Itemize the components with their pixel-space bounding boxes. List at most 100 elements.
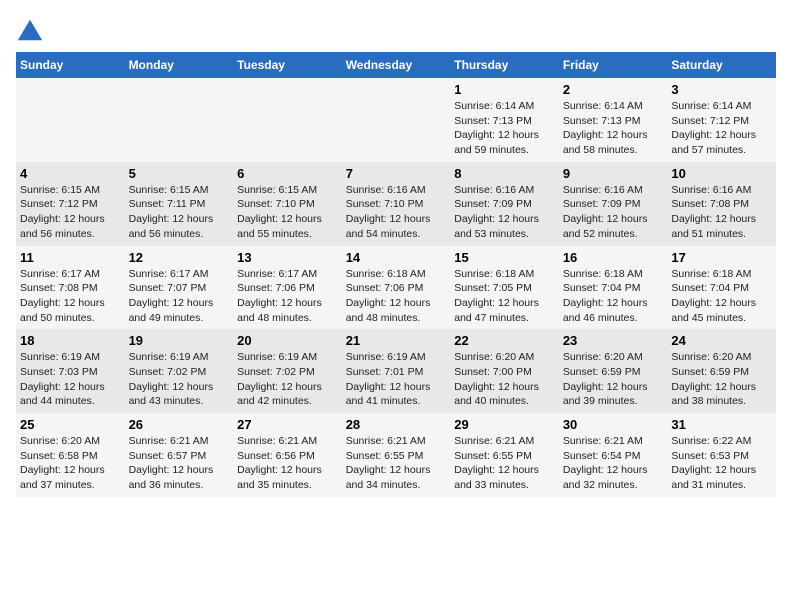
day-number: 8	[454, 166, 555, 181]
day-number: 6	[237, 166, 338, 181]
cell-3-4: 22 Sunrise: 6:20 AM Sunset: 7:00 PM Dayli…	[450, 329, 559, 413]
cell-3-0: 18 Sunrise: 6:19 AM Sunset: 7:03 PM Dayli…	[16, 329, 125, 413]
logo-icon	[16, 16, 44, 44]
header-thursday: Thursday	[450, 52, 559, 78]
day-number: 29	[454, 417, 555, 432]
day-info: Sunrise: 6:18 AM Sunset: 7:04 PM Dayligh…	[671, 267, 772, 326]
day-info: Sunrise: 6:16 AM Sunset: 7:09 PM Dayligh…	[454, 183, 555, 242]
cell-4-1: 26 Sunrise: 6:21 AM Sunset: 6:57 PM Dayli…	[125, 413, 234, 497]
week-row-1: 1 Sunrise: 6:14 AM Sunset: 7:13 PM Daylig…	[16, 78, 776, 162]
day-info: Sunrise: 6:19 AM Sunset: 7:03 PM Dayligh…	[20, 350, 121, 409]
cell-0-6: 3 Sunrise: 6:14 AM Sunset: 7:12 PM Daylig…	[667, 78, 776, 162]
cell-1-5: 9 Sunrise: 6:16 AM Sunset: 7:09 PM Daylig…	[559, 162, 668, 246]
day-number: 26	[129, 417, 230, 432]
day-info: Sunrise: 6:20 AM Sunset: 7:00 PM Dayligh…	[454, 350, 555, 409]
cell-4-5: 30 Sunrise: 6:21 AM Sunset: 6:54 PM Dayli…	[559, 413, 668, 497]
day-number: 17	[671, 250, 772, 265]
cell-0-1	[125, 78, 234, 162]
day-info: Sunrise: 6:22 AM Sunset: 6:53 PM Dayligh…	[671, 434, 772, 493]
day-number: 21	[346, 333, 447, 348]
cell-2-4: 15 Sunrise: 6:18 AM Sunset: 7:05 PM Dayli…	[450, 246, 559, 330]
day-info: Sunrise: 6:17 AM Sunset: 7:08 PM Dayligh…	[20, 267, 121, 326]
day-info: Sunrise: 6:21 AM Sunset: 6:56 PM Dayligh…	[237, 434, 338, 493]
cell-2-3: 14 Sunrise: 6:18 AM Sunset: 7:06 PM Dayli…	[342, 246, 451, 330]
day-number: 4	[20, 166, 121, 181]
day-number: 25	[20, 417, 121, 432]
day-number: 1	[454, 82, 555, 97]
cell-3-3: 21Sunrise: 6:19 AM Sunset: 7:01 PM Dayli…	[342, 329, 451, 413]
day-number: 12	[129, 250, 230, 265]
header-friday: Friday	[559, 52, 668, 78]
day-info: Sunrise: 6:16 AM Sunset: 7:10 PM Dayligh…	[346, 183, 447, 242]
day-number: 18	[20, 333, 121, 348]
day-info: Sunrise: 6:14 AM Sunset: 7:13 PM Dayligh…	[454, 99, 555, 158]
cell-4-2: 27 Sunrise: 6:21 AM Sunset: 6:56 PM Dayli…	[233, 413, 342, 497]
day-number: 14	[346, 250, 447, 265]
day-info: Sunrise: 6:14 AM Sunset: 7:13 PM Dayligh…	[563, 99, 664, 158]
day-info: Sunrise: 6:20 AM Sunset: 6:59 PM Dayligh…	[671, 350, 772, 409]
day-number: 5	[129, 166, 230, 181]
day-info: Sunrise: 6:20 AM Sunset: 6:59 PM Dayligh…	[563, 350, 664, 409]
page-header	[16, 16, 776, 44]
header-sunday: Sunday	[16, 52, 125, 78]
cell-2-1: 12 Sunrise: 6:17 AM Sunset: 7:07 PM Dayli…	[125, 246, 234, 330]
cell-3-5: 23 Sunrise: 6:20 AM Sunset: 6:59 PM Dayli…	[559, 329, 668, 413]
cell-1-1: 5 Sunrise: 6:15 AM Sunset: 7:11 PM Daylig…	[125, 162, 234, 246]
day-info: Sunrise: 6:16 AM Sunset: 7:09 PM Dayligh…	[563, 183, 664, 242]
day-number: 3	[671, 82, 772, 97]
day-info: Sunrise: 6:20 AM Sunset: 6:58 PM Dayligh…	[20, 434, 121, 493]
day-info: Sunrise: 6:19 AM Sunset: 7:02 PM Dayligh…	[129, 350, 230, 409]
cell-1-2: 6 Sunrise: 6:15 AM Sunset: 7:10 PM Daylig…	[233, 162, 342, 246]
day-info: Sunrise: 6:15 AM Sunset: 7:11 PM Dayligh…	[129, 183, 230, 242]
day-number: 9	[563, 166, 664, 181]
header-tuesday: Tuesday	[233, 52, 342, 78]
day-number: 27	[237, 417, 338, 432]
day-number: 15	[454, 250, 555, 265]
day-info: Sunrise: 6:15 AM Sunset: 7:12 PM Dayligh…	[20, 183, 121, 242]
day-info: Sunrise: 6:21 AM Sunset: 6:57 PM Dayligh…	[129, 434, 230, 493]
day-number: 23	[563, 333, 664, 348]
day-number: 22	[454, 333, 555, 348]
cell-2-0: 11Sunrise: 6:17 AM Sunset: 7:08 PM Dayli…	[16, 246, 125, 330]
header-row: SundayMondayTuesdayWednesdayThursdayFrid…	[16, 52, 776, 78]
day-number: 28	[346, 417, 447, 432]
day-info: Sunrise: 6:21 AM Sunset: 6:55 PM Dayligh…	[346, 434, 447, 493]
cell-1-4: 8 Sunrise: 6:16 AM Sunset: 7:09 PM Daylig…	[450, 162, 559, 246]
cell-0-5: 2Sunrise: 6:14 AM Sunset: 7:13 PM Daylig…	[559, 78, 668, 162]
cell-2-5: 16Sunrise: 6:18 AM Sunset: 7:04 PM Dayli…	[559, 246, 668, 330]
day-info: Sunrise: 6:21 AM Sunset: 6:54 PM Dayligh…	[563, 434, 664, 493]
cell-1-3: 7 Sunrise: 6:16 AM Sunset: 7:10 PM Daylig…	[342, 162, 451, 246]
day-number: 30	[563, 417, 664, 432]
week-row-5: 25 Sunrise: 6:20 AM Sunset: 6:58 PM Dayli…	[16, 413, 776, 497]
day-info: Sunrise: 6:18 AM Sunset: 7:05 PM Dayligh…	[454, 267, 555, 326]
header-wednesday: Wednesday	[342, 52, 451, 78]
cell-2-6: 17 Sunrise: 6:18 AM Sunset: 7:04 PM Dayli…	[667, 246, 776, 330]
cell-4-0: 25 Sunrise: 6:20 AM Sunset: 6:58 PM Dayli…	[16, 413, 125, 497]
day-number: 31	[671, 417, 772, 432]
header-monday: Monday	[125, 52, 234, 78]
cell-4-6: 31 Sunrise: 6:22 AM Sunset: 6:53 PM Dayli…	[667, 413, 776, 497]
day-info: Sunrise: 6:19 AM Sunset: 7:02 PM Dayligh…	[237, 350, 338, 409]
day-number: 10	[671, 166, 772, 181]
cell-1-0: 4 Sunrise: 6:15 AM Sunset: 7:12 PM Daylig…	[16, 162, 125, 246]
day-number: 7	[346, 166, 447, 181]
week-row-3: 11Sunrise: 6:17 AM Sunset: 7:08 PM Dayli…	[16, 246, 776, 330]
calendar-table: SundayMondayTuesdayWednesdayThursdayFrid…	[16, 52, 776, 497]
day-info: Sunrise: 6:17 AM Sunset: 7:07 PM Dayligh…	[129, 267, 230, 326]
week-row-4: 18 Sunrise: 6:19 AM Sunset: 7:03 PM Dayli…	[16, 329, 776, 413]
cell-3-1: 19 Sunrise: 6:19 AM Sunset: 7:02 PM Dayli…	[125, 329, 234, 413]
cell-3-2: 20 Sunrise: 6:19 AM Sunset: 7:02 PM Dayli…	[233, 329, 342, 413]
day-info: Sunrise: 6:21 AM Sunset: 6:55 PM Dayligh…	[454, 434, 555, 493]
day-number: 13	[237, 250, 338, 265]
day-number: 19	[129, 333, 230, 348]
logo	[16, 16, 48, 44]
week-row-2: 4 Sunrise: 6:15 AM Sunset: 7:12 PM Daylig…	[16, 162, 776, 246]
day-number: 20	[237, 333, 338, 348]
cell-4-3: 28 Sunrise: 6:21 AM Sunset: 6:55 PM Dayli…	[342, 413, 451, 497]
cell-0-3	[342, 78, 451, 162]
cell-3-6: 24Sunrise: 6:20 AM Sunset: 6:59 PM Dayli…	[667, 329, 776, 413]
day-info: Sunrise: 6:18 AM Sunset: 7:06 PM Dayligh…	[346, 267, 447, 326]
day-info: Sunrise: 6:15 AM Sunset: 7:10 PM Dayligh…	[237, 183, 338, 242]
day-info: Sunrise: 6:18 AM Sunset: 7:04 PM Dayligh…	[563, 267, 664, 326]
day-info: Sunrise: 6:14 AM Sunset: 7:12 PM Dayligh…	[671, 99, 772, 158]
